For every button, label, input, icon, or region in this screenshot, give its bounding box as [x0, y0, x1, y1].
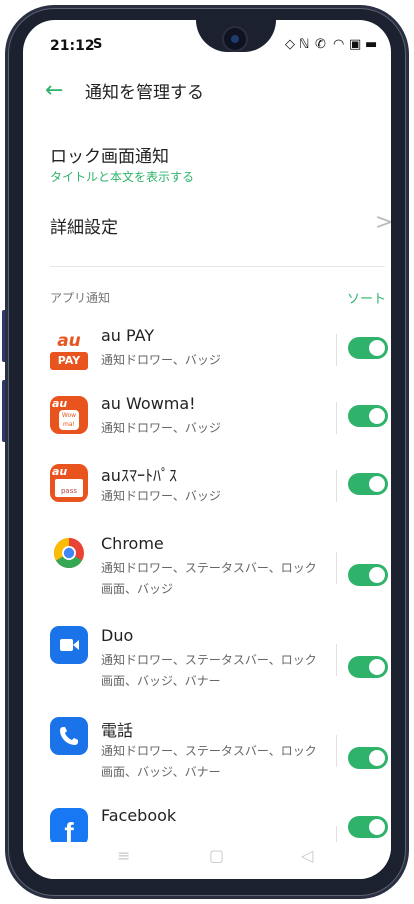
app-name: auｽﾏｰﾄﾊﾟｽ [101, 466, 177, 485]
app-row-phone[interactable]: 電話 通知ドロワー、ステータスバー、ロック画面、バッジ、バナー [23, 713, 391, 797]
phone-icon [50, 717, 88, 755]
front-camera [224, 28, 246, 50]
vibrate-icon: ✆ [315, 37, 326, 52]
divider [50, 266, 385, 267]
notification-toggle[interactable] [348, 747, 388, 769]
notification-toggle[interactable] [348, 816, 388, 838]
menu-icon[interactable]: ≡ [117, 846, 130, 865]
app-row-duo[interactable]: Duo 通知ドロワー、ステータスバー、ロック画面、バッジ、バナー [23, 622, 391, 706]
notification-toggle[interactable] [348, 564, 388, 586]
app-name: au PAY [101, 326, 155, 345]
app-notification-types: 通知ドロワー、バッジ [101, 489, 221, 503]
screen: 21:12 S ◇ ℕ ✆ ◠ ▣ ▬ ← 通知を管理する ロック画面通知 タイ… [23, 20, 391, 879]
status-time: 21:12 [50, 38, 95, 54]
app-row-chrome[interactable]: Chrome 通知ドロワー、ステータスバー、ロック画面、バッジ [23, 530, 391, 614]
notification-toggle[interactable] [348, 473, 388, 495]
notification-toggle[interactable] [348, 337, 388, 359]
sim-icon: ▣ [349, 37, 362, 52]
app-row-facebook[interactable]: f Facebook [23, 804, 391, 848]
app-notification-types: 通知ドロワー、ステータスバー、ロック画面、バッジ [101, 561, 317, 596]
advanced-settings-label: 詳細設定 [50, 218, 118, 238]
app-name: Duo [101, 626, 134, 645]
home-icon[interactable]: ▢ [209, 846, 224, 865]
battery-icon: ▬ [365, 37, 378, 52]
separator [336, 552, 337, 584]
lock-screen-subtitle: タイトルと本文を表示する [50, 170, 195, 184]
chevron-right-icon: > [375, 210, 391, 235]
separator [336, 470, 337, 502]
duo-icon [50, 626, 88, 664]
sort-button[interactable]: ソート [347, 288, 386, 307]
back-arrow-icon[interactable]: ← [45, 78, 63, 103]
back-icon[interactable]: ◁ [301, 846, 313, 865]
separator [336, 334, 337, 366]
chrome-icon [50, 534, 88, 572]
app-name: Facebook [101, 806, 177, 825]
wifi-icon: ◠ [333, 37, 345, 52]
facebook-icon: f [50, 808, 88, 848]
navigation-bar: ≡ ▢ ◁ [23, 842, 391, 879]
separator [336, 644, 337, 676]
app-notification-types: 通知ドロワー、バッジ [101, 353, 221, 367]
notification-toggle[interactable] [348, 405, 388, 427]
app-name: Chrome [101, 534, 164, 553]
app-row-au-wowma[interactable]: au Wow ma! au Wowma! 通知ドロワー、バッジ [23, 388, 391, 448]
app-notifications-heading: アプリ通知 [50, 291, 111, 305]
status-icon-1: ◇ [285, 37, 295, 52]
app-notification-types: 通知ドロワー、バッジ [101, 421, 221, 435]
separator [336, 402, 337, 434]
app-notification-types: 通知ドロワー、ステータスバー、ロック画面、バッジ、バナー [101, 653, 317, 688]
notification-toggle[interactable] [348, 656, 388, 678]
app-row-au-smartpass[interactable]: au pass auｽﾏｰﾄﾊﾟｽ 通知ドロワー、バッジ [23, 456, 391, 516]
au-pay-icon: au PAY [50, 332, 88, 370]
app-notification-types: 通知ドロワー、ステータスバー、ロック画面、バッジ、バナー [101, 744, 317, 779]
au-wowma-icon: au Wow ma! [50, 396, 88, 434]
lock-screen-title: ロック画面通知 [50, 147, 169, 167]
au-smartpass-icon: au pass [50, 464, 88, 502]
app-notification-icon: S [93, 37, 103, 52]
app-row-au-pay[interactable]: au PAY au PAY 通知ドロワー、バッジ [23, 320, 391, 380]
separator [336, 735, 337, 767]
app-name: au Wowma! [101, 394, 196, 413]
page-title: 通知を管理する [85, 83, 204, 103]
app-name: 電話 [101, 721, 134, 740]
phone-frame: 21:12 S ◇ ℕ ✆ ◠ ▣ ▬ ← 通知を管理する ロック画面通知 タイ… [0, 0, 414, 904]
nfc-icon: ℕ [299, 37, 310, 52]
